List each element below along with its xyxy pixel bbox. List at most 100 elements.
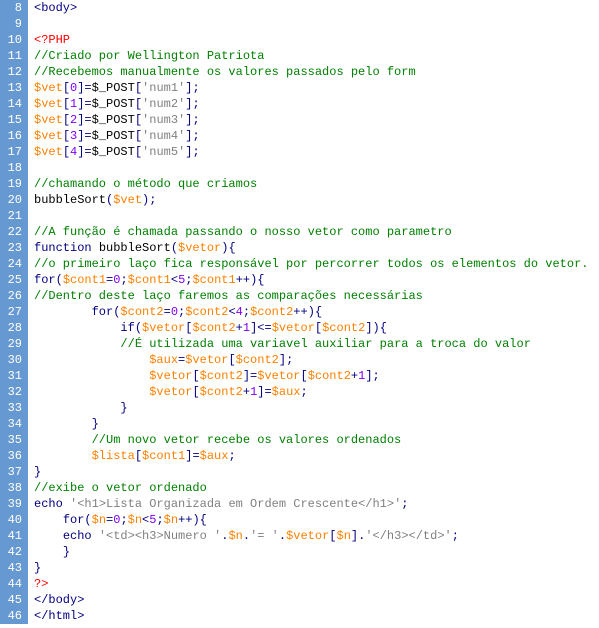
token-navy: }: [120, 401, 127, 415]
token-orange: $lista: [92, 449, 135, 463]
token-orange: $vetor: [178, 241, 221, 255]
line-number: 31: [4, 368, 22, 384]
token-green: //chamando o método que criamos: [34, 177, 257, 191]
token-gray: 'num3': [142, 113, 185, 127]
token-orange: $cont2: [322, 321, 365, 335]
token-green: //exibe o vetor ordenado: [34, 481, 207, 495]
line-number: 38: [4, 480, 22, 496]
token-black: $_POST: [92, 81, 135, 95]
token-gray: 'num1': [142, 81, 185, 95]
code-line: if($vetor[$cont2+1]<=$vetor[$cont2]){: [34, 320, 589, 336]
line-number: 41: [4, 528, 22, 544]
line-number: 36: [4, 448, 22, 464]
code-line: }: [34, 464, 589, 480]
token-navy: ]=: [77, 81, 91, 95]
token-orange: $cont2: [200, 369, 243, 383]
token-gray: 'num5': [142, 145, 185, 159]
token-navy: ]=: [243, 369, 257, 383]
token-navy: ]=: [257, 385, 271, 399]
token-navy: ;: [243, 305, 250, 319]
line-number: 34: [4, 416, 22, 432]
token-red: ?>: [34, 577, 48, 591]
line-number: 17: [4, 144, 22, 160]
token-orange: $vetor: [142, 321, 185, 335]
token-navy: }: [92, 417, 99, 431]
code-line: $vet[4]=$_POST['num5'];: [34, 144, 589, 160]
code-line: </body>: [34, 592, 589, 608]
line-number: 10: [4, 32, 22, 48]
code-line: [34, 160, 589, 176]
token-green: //É utilizada uma variavel auxiliar para…: [120, 337, 530, 351]
token-navy: }: [63, 545, 70, 559]
token-navy: [: [135, 97, 142, 111]
code-line: $vet[1]=$_POST['num2'];: [34, 96, 589, 112]
token-navy: =: [164, 305, 171, 319]
token-orange: $vet: [34, 97, 63, 111]
token-navy: for(: [92, 305, 121, 319]
line-number: 46: [4, 608, 22, 624]
token-navy: +: [243, 385, 250, 399]
token-navy: echo: [34, 497, 70, 511]
token-navy: for(: [63, 513, 92, 527]
token-purple: 0: [171, 305, 178, 319]
token-navy: [: [135, 129, 142, 143]
line-number: 28: [4, 320, 22, 336]
line-number: 12: [4, 64, 22, 80]
token-green: //Dentro deste laço faremos as comparaçõ…: [34, 289, 423, 303]
token-orange: $cont1: [128, 273, 171, 287]
line-number: 15: [4, 112, 22, 128]
token-navy: <: [171, 273, 178, 287]
line-number: 33: [4, 400, 22, 416]
token-orange: $n: [228, 529, 242, 543]
token-black: [34, 353, 149, 367]
token-navy: (: [171, 241, 178, 255]
token-navy: ]=: [185, 449, 199, 463]
token-navy: ;: [120, 513, 127, 527]
token-navy: ]){: [365, 321, 387, 335]
line-number: 21: [4, 208, 22, 224]
line-number: 44: [4, 576, 22, 592]
token-black: [34, 305, 92, 319]
token-navy: [: [63, 97, 70, 111]
token-navy: if(: [120, 321, 142, 335]
token-navy: [: [63, 129, 70, 143]
code-line: $aux=$vetor[$cont2];: [34, 352, 589, 368]
code-line: bubbleSort($vet);: [34, 192, 589, 208]
token-orange: $cont2: [200, 385, 243, 399]
code-line: echo '<td><h3>Numero '.$n.'= '.$vetor[$n…: [34, 528, 589, 544]
token-navy: [: [63, 145, 70, 159]
code-line: //o primeiro laço fica responsável por p…: [34, 256, 589, 272]
token-navy: +: [236, 321, 243, 335]
token-navy: ;: [452, 529, 459, 543]
token-navy: ]=: [77, 129, 91, 143]
line-number: 43: [4, 560, 22, 576]
token-orange: $vet: [34, 145, 63, 159]
token-navy: [: [135, 113, 142, 127]
line-number: 25: [4, 272, 22, 288]
token-navy: [: [192, 369, 199, 383]
token-navy: ];: [185, 81, 199, 95]
token-navy: ];: [185, 129, 199, 143]
token-black: [34, 513, 63, 527]
line-number: 19: [4, 176, 22, 192]
code-line: }: [34, 560, 589, 576]
code-line: }: [34, 544, 589, 560]
token-navy: ];: [365, 369, 379, 383]
token-navy: [: [135, 145, 142, 159]
line-number: 9: [4, 16, 22, 32]
code-line: echo '<h1>Lista Organizada em Ordem Cres…: [34, 496, 589, 512]
token-orange: $aux: [149, 353, 178, 367]
token-navy: }: [34, 465, 41, 479]
code-line: $vet[3]=$_POST['num4'];: [34, 128, 589, 144]
token-black: [34, 433, 92, 447]
token-purple: 1: [243, 321, 250, 335]
token-orange: $cont1: [142, 449, 185, 463]
token-navy: ].: [351, 529, 365, 543]
token-black: [34, 321, 120, 335]
token-black: [34, 369, 149, 383]
token-navy: ];: [185, 113, 199, 127]
code-line: $lista[$cont1]=$aux;: [34, 448, 589, 464]
code-area: <body> <?PHP//Criado por Wellington Patr…: [28, 0, 589, 624]
token-gray: '<td><h3>Numero ': [99, 529, 221, 543]
line-number: 18: [4, 160, 22, 176]
